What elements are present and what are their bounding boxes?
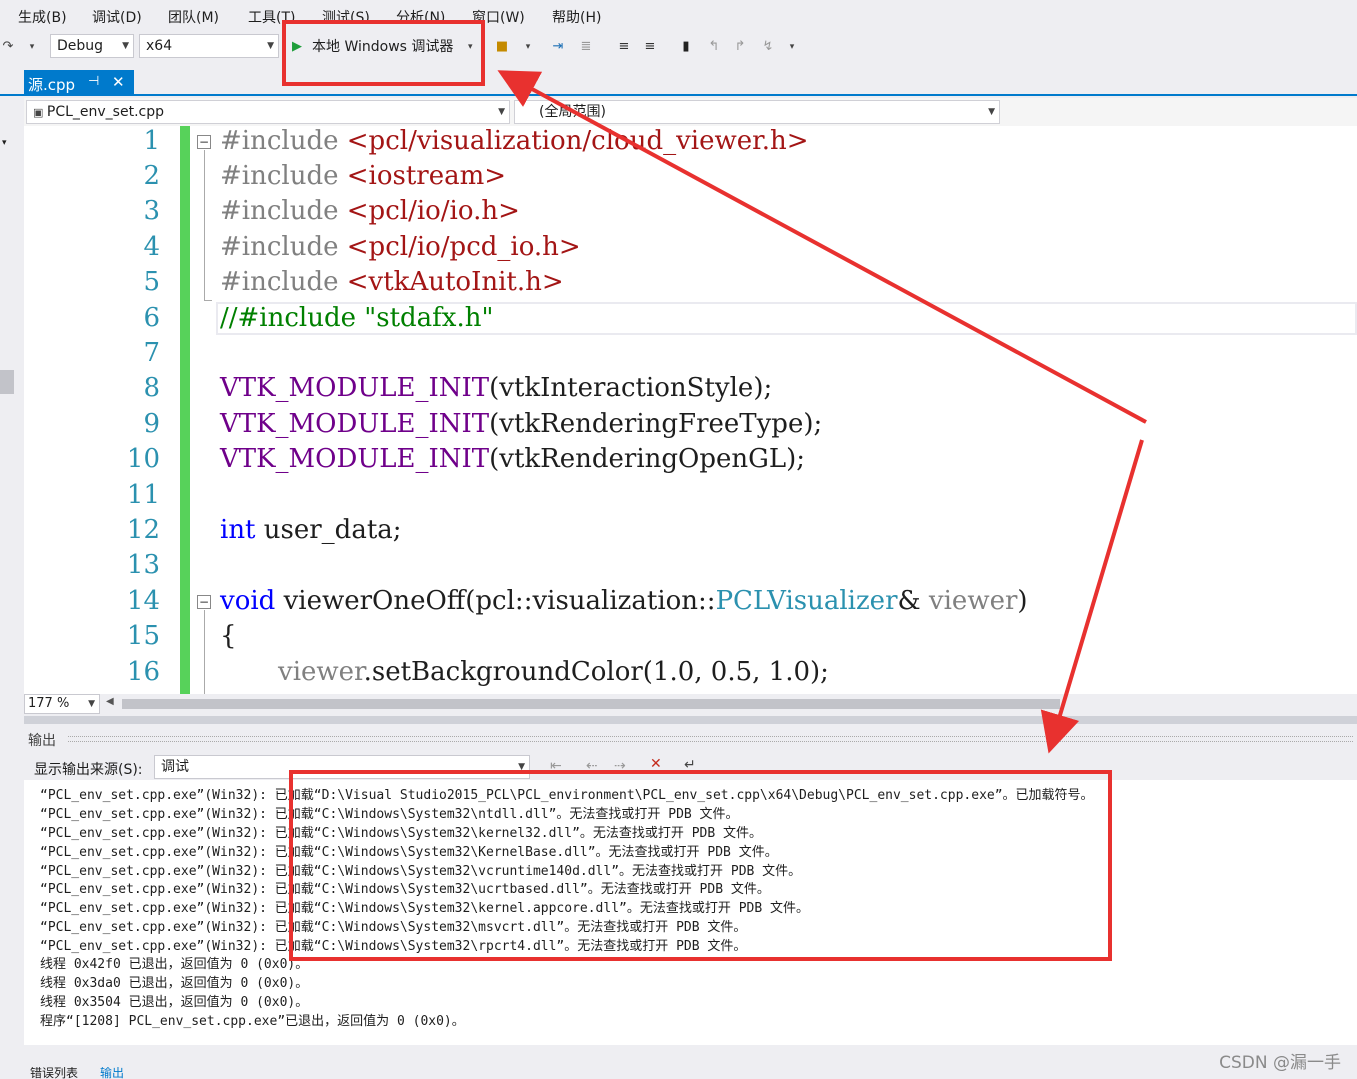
arrow-to-output bbox=[1040, 439, 1144, 754]
arrow-to-debugger bbox=[497, 70, 1147, 424]
annotation-arrows bbox=[497, 70, 1147, 754]
watermark: CSDN @漏一手 bbox=[1219, 1053, 1341, 1073]
